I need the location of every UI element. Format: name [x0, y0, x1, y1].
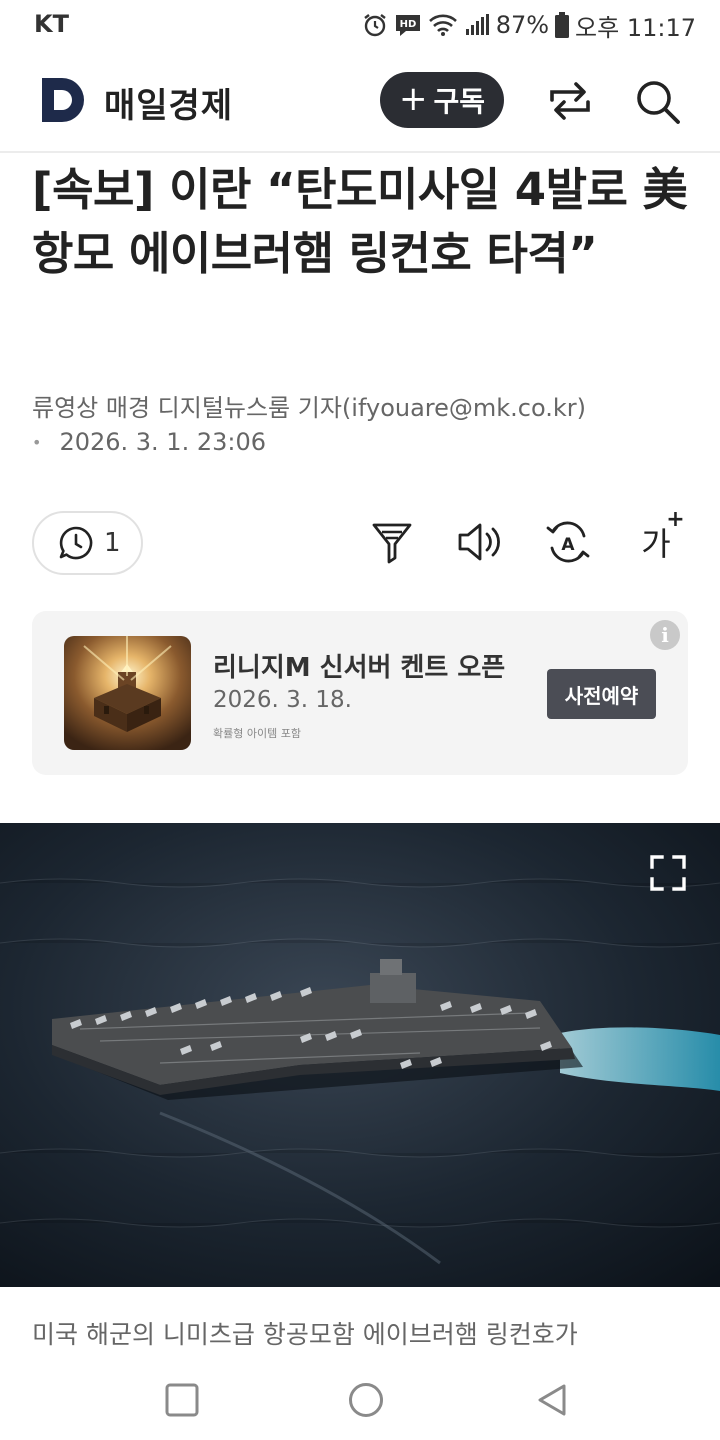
article-date: • 2026. 3. 1. 23:06: [32, 428, 266, 456]
date-text: 2026. 3. 1. 23:06: [59, 428, 266, 456]
svg-text:A: A: [561, 535, 575, 555]
alarm-icon: [363, 14, 386, 37]
ad-date: 2026. 3. 18.: [213, 687, 352, 713]
subscribe-button[interactable]: + 구독: [380, 72, 504, 128]
comment-count: 1: [104, 528, 121, 558]
translate-icon: A: [546, 521, 590, 563]
comment-icon: [59, 526, 93, 560]
listen-button[interactable]: [456, 518, 504, 566]
recent-apps-button[interactable]: [160, 1378, 204, 1422]
photo-caption: 미국 해군의 니미츠급 항공모함 에이브러햄 링컨호가: [32, 1320, 578, 1349]
status-bar: KT HD 87% 오후 11:17: [0, 0, 720, 50]
logo[interactable]: [40, 76, 88, 128]
back-button[interactable]: [530, 1378, 574, 1422]
search-icon: [637, 81, 680, 124]
article-byline[interactable]: 류영상 매경 디지털뉴스룸 기자(ifyouare@mk.co.kr): [32, 388, 586, 423]
clock: 오후 11:17: [575, 13, 696, 42]
logo-d-icon: [42, 78, 84, 122]
ad-thumbnail: [64, 636, 191, 750]
battery-icon: [555, 12, 570, 38]
aircraft-carrier-image: [0, 823, 720, 1287]
hd-voice-icon: HD: [395, 15, 420, 36]
summary-funnel-icon: [372, 523, 412, 564]
home-icon: [349, 1383, 383, 1417]
back-icon: [538, 1384, 566, 1416]
search-button[interactable]: [634, 78, 682, 130]
subscribe-label: 구독: [433, 85, 486, 118]
comment-button[interactable]: 1: [32, 511, 143, 575]
article-photo[interactable]: [0, 823, 720, 1287]
signal-icon: [465, 14, 489, 35]
share-icon: [550, 82, 590, 120]
bullet-dot: •: [32, 432, 42, 452]
article-headline: [속보] 이란 “탄도미사일 4발로 美항모 에이브러햄 링컨호 타격”: [32, 163, 688, 280]
plus-icon: +: [398, 78, 428, 119]
speaker-icon: [458, 523, 500, 561]
font-size-button[interactable]: 가 +: [632, 507, 685, 566]
summary-button[interactable]: [368, 518, 416, 566]
ad-card[interactable]: 리니지M 신서버 켄트 오픈 2026. 3. 18. 확률형 아이템 포함 사…: [32, 611, 688, 775]
ad-info-icon[interactable]: i: [650, 620, 680, 650]
app-header: 매일경제 + 구독: [0, 50, 720, 153]
font-size-icon: 가 +: [641, 507, 685, 563]
battery-percent: 87%: [495, 11, 550, 39]
translate-button[interactable]: A: [544, 518, 592, 566]
ad-title: 리니지M 신서버 켄트 오픈: [213, 653, 506, 683]
svg-text:HD: HD: [399, 19, 416, 30]
carrier-label: KT: [34, 10, 69, 38]
preregister-button[interactable]: 사전예약: [547, 669, 656, 719]
expand-icon[interactable]: [648, 853, 688, 893]
brand-name[interactable]: 매일경제: [104, 78, 233, 127]
system-nav-bar: [0, 1360, 720, 1440]
status-icons: HD 87% 오후 11:17: [362, 8, 696, 42]
share-button[interactable]: [546, 78, 594, 128]
ad-note: 확률형 아이템 포함: [213, 727, 301, 740]
home-button[interactable]: [344, 1378, 388, 1422]
wifi-icon: [428, 14, 457, 36]
recent-apps-icon: [165, 1383, 199, 1417]
